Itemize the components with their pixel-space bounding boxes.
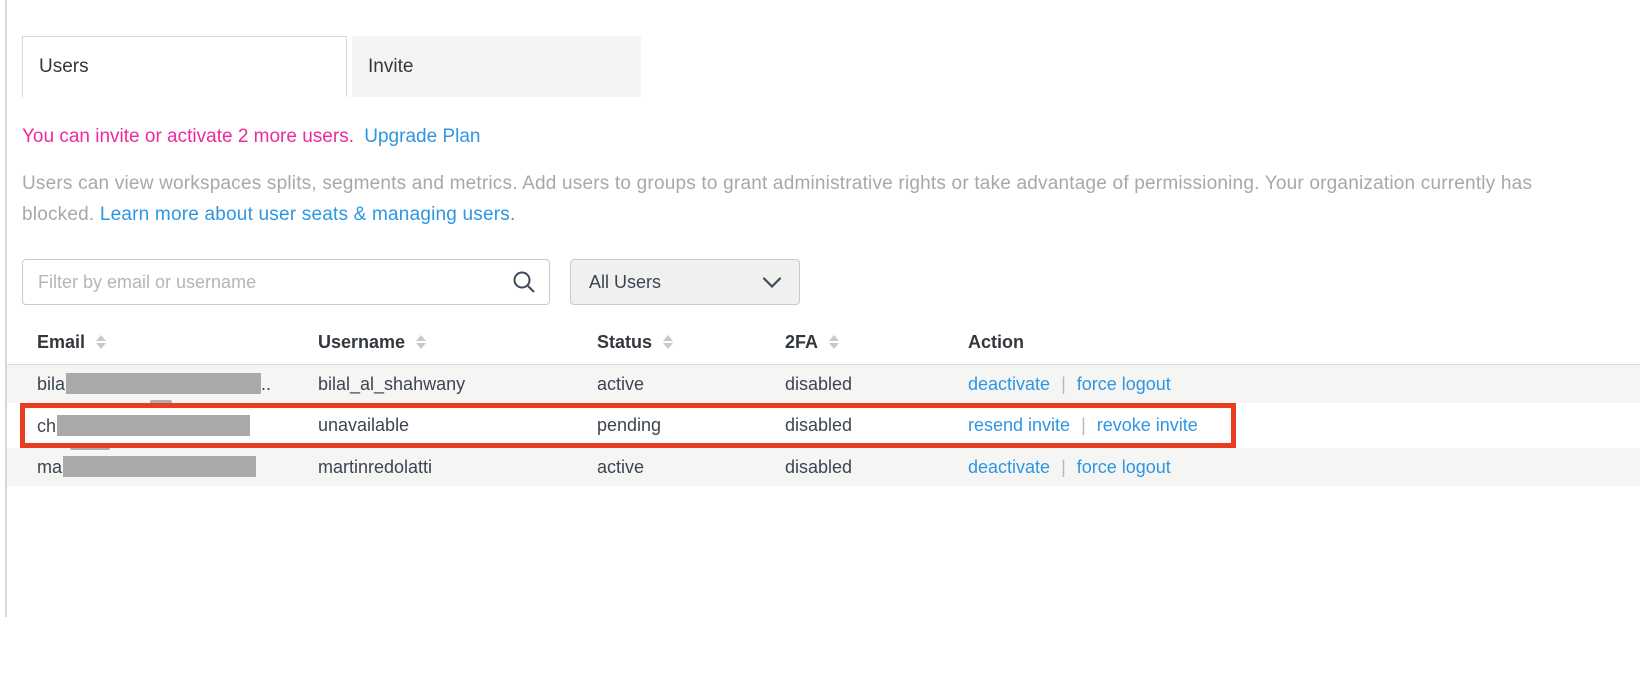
column-header-2fa-label: 2FA	[785, 332, 818, 353]
panel-left-border	[5, 0, 7, 617]
tab-bar: Users Invite	[22, 36, 641, 97]
force-logout-link[interactable]: force logout	[1077, 457, 1171, 478]
description: Users can view workspaces splits, segmen…	[22, 168, 1532, 230]
email-cell: ma	[37, 456, 318, 478]
email-cell: ch	[37, 415, 318, 437]
action-separator: |	[1081, 415, 1086, 436]
column-header-email-label: Email	[37, 332, 85, 353]
action-cell: deactivate | force logout	[968, 457, 1640, 478]
tab-users[interactable]: Users	[22, 36, 347, 97]
resend-invite-link[interactable]: resend invite	[968, 415, 1070, 436]
column-header-status-label: Status	[597, 332, 652, 353]
sort-icon	[663, 335, 673, 349]
action-separator: |	[1061, 457, 1066, 478]
description-line1: Users can view workspaces splits, segmen…	[22, 168, 1532, 199]
twofa-cell: disabled	[785, 374, 968, 395]
table-row-highlighted: ch unavailable pending disabled resend i…	[7, 403, 1640, 448]
column-header-email[interactable]: Email	[37, 332, 318, 353]
email-redaction-tail	[70, 445, 110, 450]
seat-limit-message: You can invite or activate 2 more users.	[22, 126, 354, 147]
action-cell: resend invite | revoke invite	[968, 415, 1640, 436]
chevron-down-icon	[763, 277, 781, 288]
filter-input[interactable]	[22, 259, 550, 305]
table-header-row: Email Username Status 2FA Action	[7, 330, 1640, 354]
sort-icon	[829, 335, 839, 349]
description-line2-text: blocked.	[22, 204, 94, 225]
column-header-username-label: Username	[318, 332, 405, 353]
twofa-cell: disabled	[785, 415, 968, 436]
tab-invite-label: Invite	[368, 56, 413, 78]
column-header-2fa[interactable]: 2FA	[785, 332, 968, 353]
twofa-cell: disabled	[785, 457, 968, 478]
column-header-status[interactable]: Status	[597, 332, 785, 353]
username-cell: martinredolatti	[318, 457, 597, 478]
email-visible-text: ch	[37, 416, 56, 436]
email-visible-text: ma	[37, 457, 62, 477]
user-filter-dropdown-value: All Users	[589, 272, 661, 293]
username-cell: bilal_al_shahwany	[318, 374, 597, 395]
column-header-action: Action	[968, 332, 1640, 353]
column-header-username[interactable]: Username	[318, 332, 597, 353]
action-cell: deactivate | force logout	[968, 374, 1640, 395]
email-redaction-block	[63, 456, 256, 477]
learn-more-link[interactable]: Learn more about user seats & managing u…	[100, 204, 516, 225]
deactivate-link[interactable]: deactivate	[968, 457, 1050, 478]
force-logout-link[interactable]: force logout	[1077, 374, 1171, 395]
deactivate-link[interactable]: deactivate	[968, 374, 1050, 395]
table-row: ma martinredolatti active disabled deact…	[7, 448, 1640, 486]
email-redaction-block	[57, 415, 250, 436]
table-row: bila.. bilal_al_shahwany active disabled…	[7, 365, 1640, 403]
seat-limit-banner: You can invite or activate 2 more users.…	[22, 126, 480, 148]
tab-users-label: Users	[39, 56, 89, 78]
email-redaction-tail	[150, 400, 172, 405]
status-cell: active	[597, 374, 785, 395]
revoke-invite-link[interactable]: revoke invite	[1097, 415, 1198, 436]
user-table: bila.. bilal_al_shahwany active disabled…	[7, 364, 1640, 486]
status-cell: active	[597, 457, 785, 478]
username-cell: unavailable	[318, 415, 597, 436]
status-cell: pending	[597, 415, 785, 436]
search-icon	[512, 270, 536, 294]
user-filter-dropdown[interactable]: All Users	[570, 259, 800, 305]
email-ellipsis: ..	[261, 374, 271, 394]
action-separator: |	[1061, 374, 1066, 395]
sort-icon	[96, 335, 106, 349]
email-cell: bila..	[37, 373, 318, 395]
filter-field	[22, 259, 550, 305]
email-redaction-block	[66, 373, 261, 394]
upgrade-plan-link[interactable]: Upgrade Plan	[364, 126, 480, 147]
email-visible-text: bila	[37, 374, 65, 394]
tab-invite[interactable]: Invite	[352, 36, 641, 97]
column-header-action-label: Action	[968, 332, 1024, 353]
sort-icon	[416, 335, 426, 349]
